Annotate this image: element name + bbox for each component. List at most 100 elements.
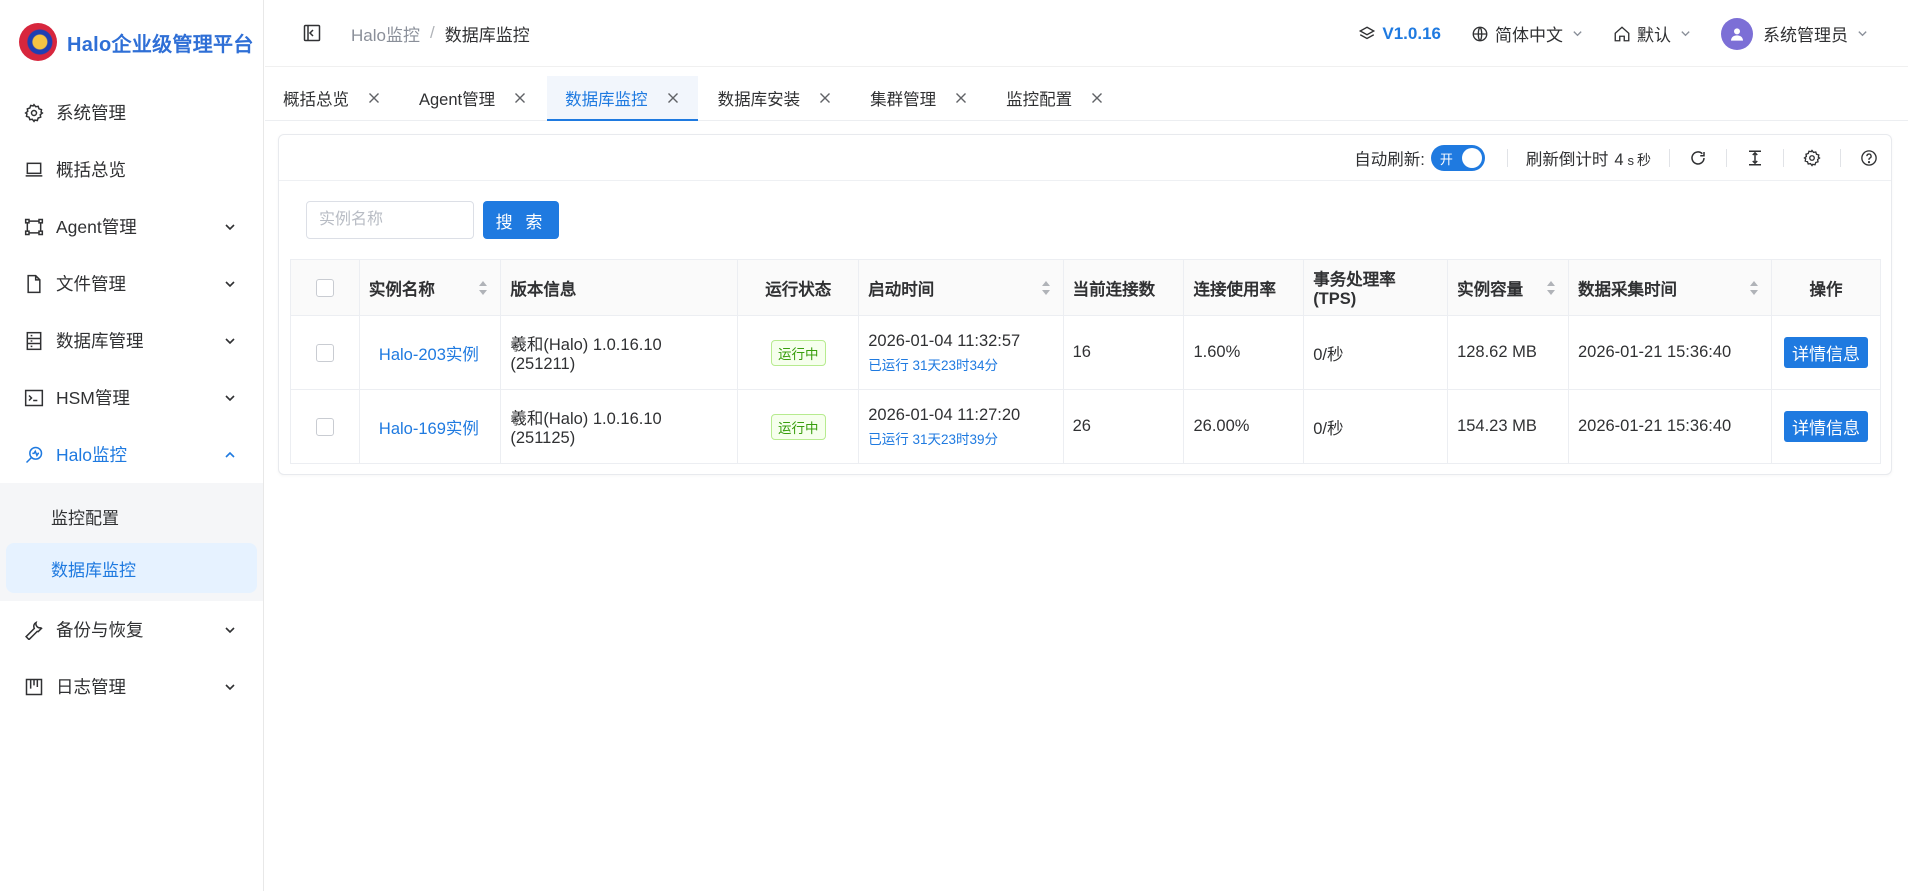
column-height-icon[interactable] xyxy=(1745,148,1765,168)
uptime-text: 已运行 31天23时39分 xyxy=(868,431,999,447)
refresh-countdown: 刷新倒计时 4 s 秒 xyxy=(1526,146,1651,170)
chevron-down-icon xyxy=(223,391,237,405)
close-icon[interactable] xyxy=(818,91,832,105)
tab-db-monitor[interactable]: 数据库监控 xyxy=(547,76,698,121)
divider xyxy=(1506,148,1508,167)
header-actions: V1.0.16 简体中文 默认 系统管理员 xyxy=(1328,0,1868,67)
countdown-label: 刷新倒计时 xyxy=(1525,150,1609,169)
connections-cell: 26 xyxy=(1062,389,1185,464)
globe-icon xyxy=(1471,25,1489,43)
table-header-row: 实例名称 版本信息 运行状态 启动时间 当前连接数 连接使用率 事务处理率(TP… xyxy=(290,259,1881,316)
workspace-selector[interactable]: 默认 xyxy=(1613,21,1691,46)
select-all-checkbox[interactable] xyxy=(315,278,334,297)
sidebar-subitem-monitor-config[interactable]: 监控配置 xyxy=(6,491,257,541)
logo-row[interactable]: Halo企业级管理平台 xyxy=(0,0,263,84)
tab-overview[interactable]: 概括总览 xyxy=(265,76,399,120)
user-menu[interactable]: 系统管理员 xyxy=(1721,17,1868,50)
close-icon[interactable] xyxy=(666,91,680,105)
uptime-text: 已运行 31天23时34分 xyxy=(868,357,999,373)
column-header-capacity[interactable]: 实例容量 xyxy=(1447,259,1569,316)
tab-label: 数据库安装 xyxy=(717,91,801,109)
start-time-cell: 2026-01-04 11:27:20 已运行 31天23时39分 xyxy=(858,389,1064,464)
wrench-icon xyxy=(22,618,46,642)
search-row: 搜 索 xyxy=(279,181,1891,259)
help-icon[interactable] xyxy=(1859,148,1879,168)
collapse-sidebar-icon[interactable] xyxy=(301,22,323,44)
sort-icon[interactable] xyxy=(1546,280,1556,296)
tab-bar: 概括总览 Agent管理 数据库监控 数据库安装 集群管理 监控配置 xyxy=(265,76,1908,121)
sort-icon[interactable] xyxy=(1041,280,1051,296)
column-label: 数据采集时间 xyxy=(1577,280,1677,299)
tab-db-install[interactable]: 数据库安装 xyxy=(700,76,851,120)
column-header-action: 操作 xyxy=(1771,259,1881,316)
countdown-unit-2: 秒 xyxy=(1637,151,1651,168)
row-checkbox[interactable] xyxy=(315,417,334,436)
language-label: 简体中文 xyxy=(1495,26,1563,45)
sidebar-item-label: 概括总览 xyxy=(56,160,126,180)
tps-cell: 0/秒 xyxy=(1303,389,1449,464)
tab-agent[interactable]: Agent管理 xyxy=(401,76,545,120)
sidebar-item-agent[interactable]: Agent管理 xyxy=(0,198,263,255)
column-header-start-time[interactable]: 启动时间 xyxy=(858,259,1064,316)
top-header: Halo监控 / 数据库监控 V1.0.16 简体中文 默认 系统管理员 xyxy=(265,0,1908,67)
instance-name-input[interactable] xyxy=(306,201,474,239)
sidebar-item-database[interactable]: 数据库管理 xyxy=(0,312,263,369)
countdown-value: 4 xyxy=(1614,150,1624,169)
column-label: 启动时间 xyxy=(868,280,935,299)
tps-cell: 0/秒 xyxy=(1303,315,1449,390)
capacity-cell: 154.23 MB xyxy=(1447,389,1569,464)
board-icon xyxy=(22,675,46,699)
refresh-icon[interactable] xyxy=(1688,148,1708,168)
detail-button[interactable]: 详情信息 xyxy=(1784,411,1869,442)
language-selector[interactable]: 简体中文 xyxy=(1471,21,1583,46)
instance-name-cell: Halo-203实例 xyxy=(358,315,502,390)
close-icon[interactable] xyxy=(513,91,527,105)
column-header-name[interactable]: 实例名称 xyxy=(358,259,502,316)
instance-name-cell: Halo-169实例 xyxy=(358,389,502,464)
sidebar-item-backup[interactable]: 备份与恢复 xyxy=(0,601,263,658)
sidebar-item-hsm[interactable]: HSM管理 xyxy=(0,369,263,426)
breadcrumb-parent[interactable]: Halo监控 xyxy=(351,21,420,46)
sidebar-item-logs[interactable]: 日志管理 xyxy=(0,658,263,715)
version-badge[interactable]: V1.0.16 xyxy=(1358,24,1441,44)
collect-time-cell: 2026-01-21 15:36:40 xyxy=(1567,389,1773,464)
chevron-down-icon xyxy=(223,277,237,291)
tab-label: 监控配置 xyxy=(1006,91,1073,109)
sort-icon[interactable] xyxy=(478,280,488,296)
search-button[interactable]: 搜 索 xyxy=(483,201,559,239)
status-cell: 运行中 xyxy=(737,389,860,464)
column-header-usage: 连接使用率 xyxy=(1183,259,1305,316)
row-checkbox[interactable] xyxy=(315,343,334,362)
chevron-up-icon xyxy=(223,448,237,462)
tab-cluster[interactable]: 集群管理 xyxy=(852,76,986,120)
settings-icon[interactable] xyxy=(1802,148,1822,168)
layers-icon xyxy=(1358,25,1376,43)
detail-button[interactable]: 详情信息 xyxy=(1784,337,1869,368)
chevron-down-icon xyxy=(1680,28,1691,39)
sidebar-item-files[interactable]: 文件管理 xyxy=(0,255,263,312)
close-icon[interactable] xyxy=(367,91,381,105)
action-cell: 详情信息 xyxy=(1771,389,1881,464)
column-header-tps: 事务处理率(TPS) xyxy=(1303,259,1449,316)
instance-name-link[interactable]: Halo-169实例 xyxy=(369,420,479,438)
column-header-collect-time[interactable]: 数据采集时间 xyxy=(1567,259,1773,316)
close-icon[interactable] xyxy=(954,91,968,105)
terminal-icon xyxy=(22,386,46,410)
countdown-unit: s xyxy=(1627,152,1635,168)
sidebar-item-label: HSM管理 xyxy=(56,388,130,408)
sidebar-item-label: 日志管理 xyxy=(56,677,126,697)
sort-icon[interactable] xyxy=(1749,280,1759,296)
sidebar-item-halo-monitor[interactable]: Halo监控 xyxy=(0,426,263,483)
connections-cell: 16 xyxy=(1062,315,1185,390)
sidebar-subitem-db-monitor[interactable]: 数据库监控 xyxy=(6,543,257,593)
instance-name-link[interactable]: Halo-203实例 xyxy=(369,346,479,364)
auto-refresh-toggle[interactable]: 开 xyxy=(1430,144,1485,171)
close-icon[interactable] xyxy=(1090,91,1104,105)
sidebar-item-overview[interactable]: 概括总览 xyxy=(0,141,263,198)
tab-monitor-config[interactable]: 监控配置 xyxy=(988,76,1122,120)
chevron-down-icon xyxy=(223,680,237,694)
sidebar-item-system[interactable]: 系统管理 xyxy=(0,84,263,141)
divider xyxy=(1840,148,1841,167)
halo-monitor-submenu: 监控配置 数据库监控 xyxy=(0,483,263,601)
app-title: Halo企业级管理平台 xyxy=(67,33,254,56)
